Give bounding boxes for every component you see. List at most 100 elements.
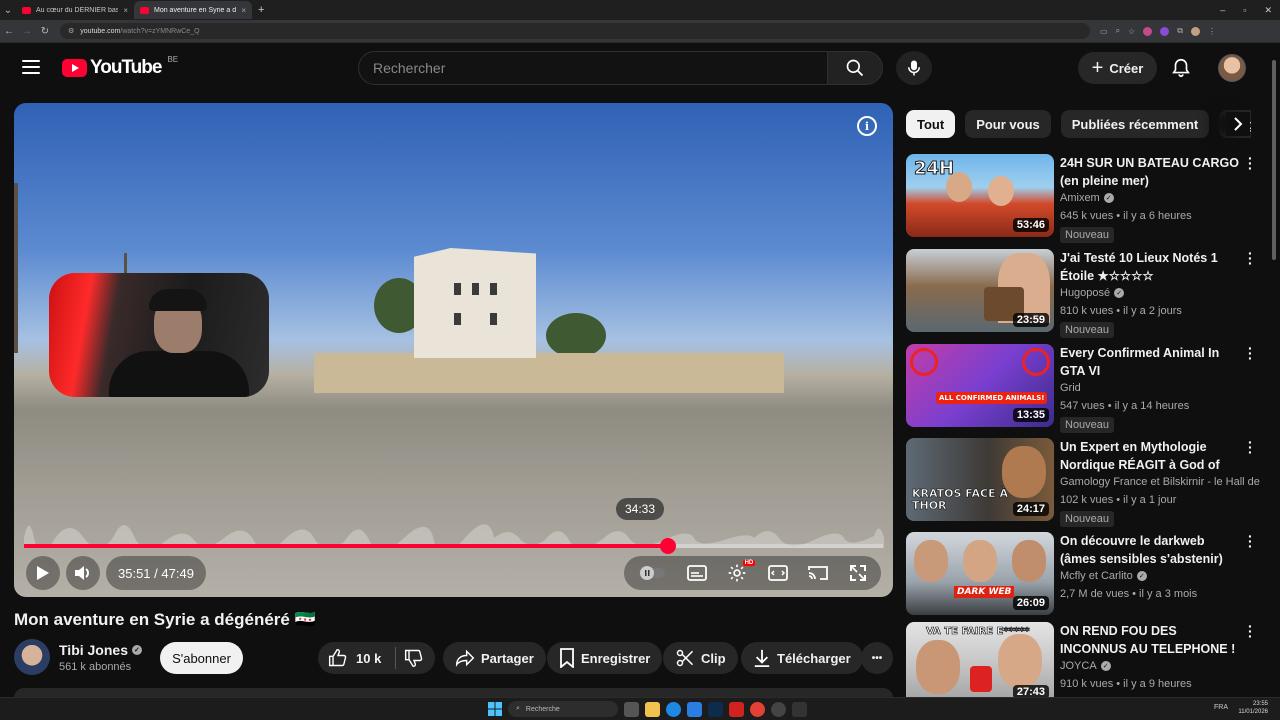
- chrome-icon[interactable]: [750, 701, 765, 717]
- extension-icon[interactable]: [1143, 26, 1153, 36]
- close-window-button[interactable]: ✕: [1264, 5, 1272, 16]
- channel-name[interactable]: Grid: [1060, 382, 1081, 394]
- more-options-icon[interactable]: · · ·: [1248, 246, 1253, 270]
- subscribe-button[interactable]: S'abonner: [160, 642, 243, 674]
- chip-all[interactable]: Tout: [906, 110, 956, 138]
- reload-icon[interactable]: ↻: [36, 26, 54, 37]
- minimize-button[interactable]: –: [1220, 5, 1225, 15]
- video-thumbnail[interactable]: 24H 53:46: [906, 154, 1054, 237]
- menu-dots-icon[interactable]: ⋮: [1208, 27, 1216, 36]
- forward-icon[interactable]: →: [18, 26, 36, 37]
- account-avatar[interactable]: [1218, 54, 1246, 82]
- recommendation-item[interactable]: 23:59 J'ai Testé 10 Lieux Notés 1 Étoile…: [906, 246, 1261, 338]
- channel-name-row[interactable]: Tibi Jones ✓: [59, 642, 142, 658]
- search-input[interactable]: Rechercher: [358, 51, 828, 85]
- video-player[interactable]: i 34:33 35:51 / 47:49 HD: [14, 103, 893, 597]
- new-tab-button[interactable]: +: [252, 4, 270, 16]
- play-button[interactable]: [26, 556, 60, 590]
- windows-start-icon[interactable]: [488, 702, 502, 716]
- zoom-icon[interactable]: ⌕: [1116, 26, 1120, 36]
- video-title[interactable]: 24H SUR UN BATEAU CARGO (en pleine mer): [1060, 154, 1240, 190]
- mute-button[interactable]: [66, 556, 100, 590]
- tab-search-icon[interactable]: ⌄: [0, 5, 16, 16]
- recommendation-item[interactable]: VA TE FAIRE E***** 27:43 ON REND FOU DES…: [906, 619, 1261, 706]
- video-title[interactable]: On découvre le darkweb (âmes sensibles s…: [1060, 532, 1240, 568]
- youtube-logo[interactable]: YouTube BE: [62, 55, 178, 79]
- edge-icon[interactable]: [666, 701, 681, 717]
- puzzle-icon[interactable]: ⧉: [1177, 26, 1183, 36]
- save-button[interactable]: Enregistrer: [547, 642, 663, 674]
- chip-recent[interactable]: Publiées récemment: [1060, 110, 1210, 138]
- chip-for-you[interactable]: Pour vous: [965, 110, 1051, 138]
- video-title[interactable]: Un Expert en Mythologie Nordique RÉAGIT …: [1060, 438, 1240, 474]
- photoshop-icon[interactable]: [708, 701, 723, 717]
- url-input[interactable]: ⚙ youtube.com/watch?v=zYMNRwCe_Q: [60, 23, 1090, 39]
- like-button[interactable]: 10 k: [318, 648, 381, 668]
- video-title[interactable]: ON REND FOU DES INCONNUS AU TELEPHONE ! …: [1060, 622, 1240, 658]
- share-button[interactable]: Partager: [443, 642, 546, 674]
- video-thumbnail[interactable]: ALL CONFIRMED ANIMALS! 13:35: [906, 344, 1054, 427]
- channel-name[interactable]: Amixem: [1060, 192, 1100, 204]
- subtitles-icon[interactable]: [686, 565, 707, 581]
- chips-next-button[interactable]: [1226, 112, 1250, 136]
- recommendation-item[interactable]: 24H 53:46 24H SUR UN BATEAU CARGO (en pl…: [906, 151, 1261, 243]
- store-icon[interactable]: [687, 701, 702, 717]
- progress-bar[interactable]: [24, 538, 883, 554]
- browser-tab-active[interactable]: Mon aventure en Syrie a dégéné… ×: [134, 1, 252, 19]
- autoplay-toggle-icon[interactable]: [638, 565, 666, 581]
- channel-name[interactable]: Hugoposé: [1060, 287, 1110, 299]
- tab-close-icon[interactable]: ×: [123, 6, 128, 15]
- file-explorer-icon[interactable]: [645, 701, 660, 717]
- obs-icon[interactable]: [771, 701, 786, 717]
- maximize-button[interactable]: ▫: [1243, 5, 1246, 15]
- download-button[interactable]: Télécharger: [741, 642, 863, 674]
- video-thumbnail[interactable]: KRATOS FACE À THOR 24:17: [906, 438, 1054, 521]
- language-indicator[interactable]: FRA: [1214, 704, 1228, 711]
- hamburger-menu-icon[interactable]: [22, 60, 40, 74]
- system-clock[interactable]: 23:55 11/01/2026: [1238, 700, 1268, 716]
- recommendation-item[interactable]: ALL CONFIRMED ANIMALS! 13:35 Every Confi…: [906, 341, 1261, 433]
- channel-name[interactable]: JOYCA: [1060, 660, 1097, 672]
- info-icon[interactable]: i: [857, 116, 877, 136]
- terminal-icon[interactable]: [792, 701, 807, 717]
- more-options-icon[interactable]: · · ·: [1248, 529, 1253, 553]
- back-icon[interactable]: ←: [0, 26, 18, 37]
- browser-tab[interactable]: Au cœur du DERNIER bastion d… ×: [16, 1, 134, 19]
- search-button[interactable]: [827, 51, 883, 85]
- video-thumbnail[interactable]: 23:59: [906, 249, 1054, 332]
- channel-name[interactable]: Tibi Jones: [59, 642, 128, 658]
- clip-button[interactable]: Clip: [663, 642, 738, 674]
- extension-icon[interactable]: [1160, 26, 1170, 36]
- recommendation-item[interactable]: KRATOS FACE À THOR 24:17 Un Expert en My…: [906, 435, 1261, 527]
- cast-icon[interactable]: ▭: [1100, 27, 1108, 36]
- notifications-bell-icon[interactable]: [1170, 57, 1192, 79]
- voice-search-button[interactable]: [896, 51, 932, 85]
- acrobat-icon[interactable]: [729, 701, 744, 717]
- more-options-icon[interactable]: · · ·: [1248, 151, 1253, 175]
- more-options-icon[interactable]: · · ·: [1248, 619, 1253, 643]
- video-thumbnail[interactable]: DARK WEB 26:09: [906, 532, 1054, 615]
- miniplayer-icon[interactable]: [767, 565, 788, 581]
- more-actions-button[interactable]: •••: [861, 642, 893, 674]
- channel-name[interactable]: Gamology France et Bilskirnir - le Hall …: [1060, 476, 1260, 488]
- fullscreen-icon[interactable]: [849, 564, 867, 582]
- task-view-icon[interactable]: [624, 701, 639, 717]
- recommendation-item[interactable]: DARK WEB 26:09 On découvre le darkweb (â…: [906, 529, 1261, 616]
- settings-button[interactable]: HD: [727, 560, 756, 583]
- page-scrollbar[interactable]: [1272, 60, 1276, 260]
- more-options-icon[interactable]: · · ·: [1248, 435, 1253, 459]
- scrubber-handle[interactable]: [659, 538, 676, 554]
- bookmark-star-icon[interactable]: ☆: [1128, 27, 1135, 36]
- channel-avatar[interactable]: [14, 639, 50, 675]
- video-title[interactable]: J'ai Testé 10 Lieux Notés 1 Étoile ★☆☆☆☆: [1060, 249, 1240, 285]
- create-button[interactable]: + Créer: [1078, 52, 1157, 84]
- profile-icon[interactable]: [1190, 26, 1200, 36]
- video-thumbnail[interactable]: VA TE FAIRE E***** 27:43: [906, 622, 1054, 697]
- site-info-icon[interactable]: ⚙: [68, 27, 74, 35]
- more-options-icon[interactable]: · · ·: [1248, 341, 1253, 365]
- tab-close-icon[interactable]: ×: [241, 6, 246, 15]
- video-title[interactable]: Every Confirmed Animal In GTA VI: [1060, 344, 1240, 380]
- channel-name[interactable]: Mcfly et Carlito: [1060, 570, 1133, 582]
- taskbar-search[interactable]: ⌕ Recherche: [508, 701, 618, 717]
- cast-icon[interactable]: [808, 565, 829, 581]
